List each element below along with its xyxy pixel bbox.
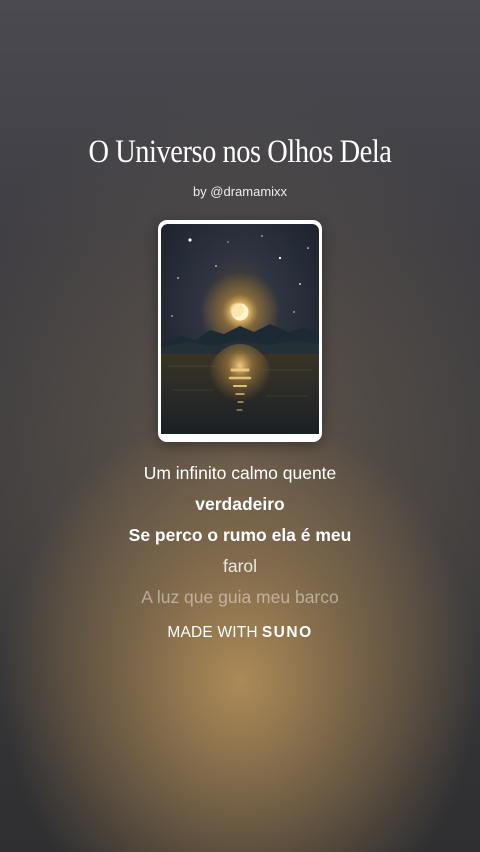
made-with-label: MADE WITH [167, 624, 258, 641]
lyric-line: farol [222, 556, 258, 576]
suno-logo: SUNO [261, 624, 313, 641]
moon-over-lake-artwork [161, 224, 319, 434]
lyric-line-active: Se perco o rumo ela é meu [128, 525, 352, 545]
made-with-suno-badge[interactable]: MADE WITH SUNO [0, 624, 480, 642]
lyric-line-upcoming: A luz que guia meu barco [141, 587, 339, 607]
cover-art [158, 220, 322, 442]
lyric-line: Um infinito calmo quente [143, 463, 337, 483]
artist-byline[interactable]: by @dramamixx [0, 184, 480, 199]
lyrics-panel: Um infinito calmo quente verdadeiro Se p… [0, 458, 480, 613]
lyric-line-active: verdadeiro [195, 494, 285, 514]
song-title: O Universo nos Olhos Dela [88, 134, 392, 170]
